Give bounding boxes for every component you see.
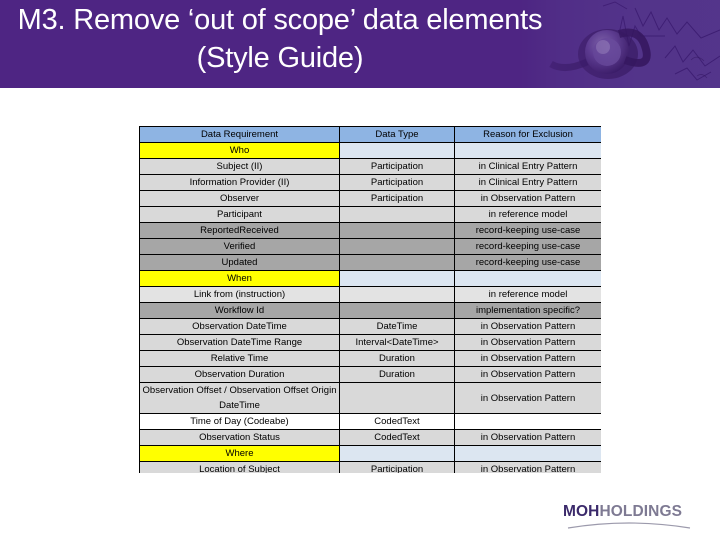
cell-requirement: Workflow Id [139, 302, 340, 319]
section-reason-cell [454, 270, 601, 287]
section-label-who: Who [139, 142, 340, 159]
table-body: Who Subject (II) Participation in Clinic… [139, 142, 601, 473]
cell-requirement: Link from (instruction) [139, 286, 340, 303]
table-row: Workflow Id implementation specific? [139, 302, 601, 319]
cell-reason: record-keeping use-case [454, 254, 601, 271]
cell-type [339, 254, 455, 271]
cell-requirement: Information Provider (II) [139, 174, 340, 191]
cell-reason: in Observation Pattern [454, 350, 601, 367]
cell-reason: in reference model [454, 286, 601, 303]
section-row-where: Where [139, 445, 601, 462]
cell-requirement: Verified [139, 238, 340, 255]
cell-reason: in Clinical Entry Pattern [454, 158, 601, 175]
section-label-when: When [139, 270, 340, 287]
cell-type: Interval<DateTime> [339, 334, 455, 351]
column-header-reason-for-exclusion: Reason for Exclusion [454, 126, 601, 143]
table-row: Observer Participation in Observation Pa… [139, 190, 601, 207]
cell-requirement: Relative Time [139, 350, 340, 367]
section-type-cell [339, 142, 455, 159]
cell-type [339, 222, 455, 239]
cell-requirement: Subject (II) [139, 158, 340, 175]
logo-holdings-text: HOLDINGS [599, 503, 683, 520]
cell-type [339, 302, 455, 319]
cell-type [339, 238, 455, 255]
section-type-cell [339, 270, 455, 287]
table-row: Observation Duration Duration in Observa… [139, 366, 601, 383]
cell-type: CodedText [339, 429, 455, 446]
cell-reason: in Observation Pattern [454, 318, 601, 335]
out-of-scope-elements-table: Data Requirement Data Type Reason for Ex… [139, 126, 601, 473]
cell-type: Duration [339, 366, 455, 383]
cell-reason: in Observation Pattern [454, 190, 601, 207]
cell-requirement: Observation DateTime [139, 318, 340, 335]
slide-header-banner: M3. Remove ‘out of scope’ data elements … [0, 0, 720, 88]
table-row: Verified record-keeping use-case [139, 238, 601, 255]
logo-swoosh-icon [567, 522, 691, 529]
logo-wordmark: MOHHOLDINGS [563, 503, 695, 521]
column-header-data-type: Data Type [339, 126, 455, 143]
table-row: Updated record-keeping use-case [139, 254, 601, 271]
cell-requirement: ReportedReceived [139, 222, 340, 239]
section-label-where: Where [139, 445, 340, 462]
section-row-who: Who [139, 142, 601, 159]
cell-requirement: Observation Offset / Observation Offset … [139, 382, 340, 414]
cell-reason: record-keeping use-case [454, 238, 601, 255]
logo-moh-text: MOH [563, 503, 600, 520]
cell-type: Participation [339, 190, 455, 207]
table-row: Information Provider (II) Participation … [139, 174, 601, 191]
table-row: Participant in reference model [139, 206, 601, 223]
slide-title: M3. Remove ‘out of scope’ data elements … [17, 4, 543, 74]
cell-reason: record-keeping use-case [454, 222, 601, 239]
cell-type [339, 206, 455, 223]
cell-type: Participation [339, 158, 455, 175]
table-row: Relative Time Duration in Observation Pa… [139, 350, 601, 367]
table-row: Observation DateTime DateTime in Observa… [139, 318, 601, 335]
table-row: Link from (instruction) in reference mod… [139, 286, 601, 303]
moh-holdings-logo: MOHHOLDINGS [563, 503, 695, 531]
cell-type: Duration [339, 350, 455, 367]
cell-requirement: Observation DateTime Range [139, 334, 340, 351]
table-row: Observation Offset / Observation Offset … [139, 382, 601, 414]
cell-requirement: Participant [139, 206, 340, 223]
table-row: ReportedReceived record-keeping use-case [139, 222, 601, 239]
table-header-row: Data Requirement Data Type Reason for Ex… [139, 126, 601, 143]
column-header-data-requirement: Data Requirement [139, 126, 340, 143]
cell-reason: in Observation Pattern [454, 366, 601, 383]
cell-requirement: Observation Status [139, 429, 340, 446]
section-reason-cell [454, 445, 601, 462]
section-row-when: When [139, 270, 601, 287]
section-reason-cell [454, 142, 601, 159]
table-row: Observation Status CodedText in Observat… [139, 429, 601, 446]
cell-type: DateTime [339, 318, 455, 335]
cell-requirement: Observation Duration [139, 366, 340, 383]
cell-reason: in Observation Pattern [454, 461, 601, 473]
cell-type: Participation [339, 174, 455, 191]
cell-reason: in Observation Pattern [454, 334, 601, 351]
table-row: Time of Day (Codeabe) CodedText [139, 413, 601, 430]
exclusion-table-container: Data Requirement Data Type Reason for Ex… [139, 126, 601, 473]
cell-requirement: Time of Day (Codeabe) [139, 413, 340, 430]
cell-requirement: Updated [139, 254, 340, 271]
cell-reason: in Clinical Entry Pattern [454, 174, 601, 191]
cell-requirement: Observer [139, 190, 340, 207]
cell-type [339, 382, 455, 414]
cell-reason: implementation specific? [454, 302, 601, 319]
table-row: Subject (II) Participation in Clinical E… [139, 158, 601, 175]
cell-type: Participation [339, 461, 455, 473]
cell-reason: in Observation Pattern [454, 382, 601, 414]
cell-reason: in reference model [454, 206, 601, 223]
cell-type [339, 286, 455, 303]
section-type-cell [339, 445, 455, 462]
table-row: Location of Subject Participation in Obs… [139, 461, 601, 473]
cell-type: CodedText [339, 413, 455, 430]
cell-requirement: Location of Subject [139, 461, 340, 473]
table-row: Observation DateTime Range Interval<Date… [139, 334, 601, 351]
cell-reason [454, 413, 601, 430]
cell-reason: in Observation Pattern [454, 429, 601, 446]
